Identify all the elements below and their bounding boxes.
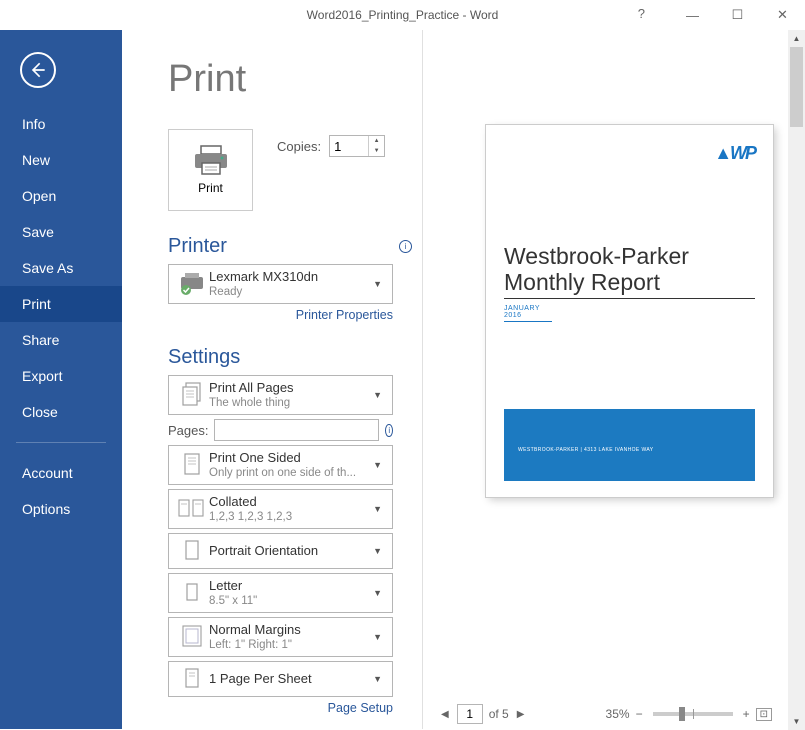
prev-page-button[interactable]: ◀	[439, 709, 451, 720]
printer-selector[interactable]: Lexmark MX310dn Ready ▼	[168, 264, 393, 304]
orientation-selector[interactable]: Portrait Orientation ▼	[168, 533, 393, 569]
sidebar-item-export[interactable]: Export	[0, 358, 122, 394]
printer-heading: Printer	[168, 235, 227, 258]
chevron-down-icon: ▼	[369, 460, 386, 470]
collated-icon	[177, 497, 207, 521]
scroll-thumb[interactable]	[790, 47, 803, 127]
orientation-title: Portrait Orientation	[209, 543, 369, 559]
chevron-down-icon: ▼	[369, 390, 386, 400]
pages-info-icon[interactable]: i	[385, 424, 393, 437]
zoom-in-button[interactable]: +	[743, 707, 750, 721]
copies-spinner[interactable]: ▲ ▼	[329, 135, 385, 157]
paper-size-selector[interactable]: Letter 8.5" x 11" ▼	[168, 573, 393, 613]
duplex-selector[interactable]: Print One Sided Only print on one side o…	[168, 445, 393, 485]
page-setup-link[interactable]: Page Setup	[168, 701, 393, 715]
copies-up-icon[interactable]: ▲	[369, 136, 384, 146]
minimize-button[interactable]: —	[670, 0, 715, 30]
margins-selector[interactable]: Normal Margins Left: 1" Right: 1" ▼	[168, 617, 393, 657]
print-range-subtitle: The whole thing	[209, 396, 369, 410]
sidebar-item-print[interactable]: Print	[0, 286, 122, 322]
document-title: Word2016_Printing_Practice - Word	[307, 8, 499, 22]
scroll-down-icon[interactable]: ▼	[788, 713, 805, 730]
printer-info-icon[interactable]: i	[399, 240, 412, 253]
close-window-button[interactable]: ✕	[760, 0, 805, 30]
margins-icon	[181, 624, 203, 650]
backstage-sidebar: Info New Open Save Save As Print Share E…	[0, 30, 122, 729]
fit-to-window-button[interactable]: ⊡	[756, 708, 772, 721]
preview-date: JANUARY 2016	[504, 305, 552, 322]
print-button[interactable]: Print	[168, 129, 253, 211]
preview-logo: ▲WP	[714, 143, 755, 164]
copies-down-icon[interactable]: ▼	[369, 146, 384, 156]
print-preview-panel: ▲ ▼ ▲WP Westbrook-Parker Monthly Report …	[422, 30, 805, 729]
back-button[interactable]	[20, 52, 56, 88]
printer-properties-link[interactable]: Printer Properties	[168, 308, 393, 322]
preview-title-line2: Monthly Report	[504, 269, 660, 295]
chevron-down-icon: ▼	[369, 279, 386, 289]
chevron-down-icon: ▼	[369, 504, 386, 514]
print-button-label: Print	[198, 181, 223, 195]
pages-per-sheet-selector[interactable]: 1 Page Per Sheet ▼	[168, 661, 393, 697]
one-sided-icon	[182, 452, 202, 478]
scroll-up-icon[interactable]: ▲	[788, 30, 805, 47]
chevron-down-icon: ▼	[369, 588, 386, 598]
sidebar-item-options[interactable]: Options	[0, 491, 122, 527]
pages-label: Pages:	[168, 423, 208, 438]
zoom-slider[interactable]	[653, 712, 733, 716]
paper-subtitle: 8.5" x 11"	[209, 594, 369, 608]
duplex-title: Print One Sided	[209, 450, 369, 466]
collate-title: Collated	[209, 494, 369, 510]
printer-status: Ready	[209, 285, 369, 299]
print-range-selector[interactable]: Print All Pages The whole thing ▼	[168, 375, 393, 415]
chevron-down-icon: ▼	[369, 674, 386, 684]
preview-scrollbar[interactable]: ▲ ▼	[788, 30, 805, 730]
pages-icon	[181, 382, 203, 408]
portrait-icon	[183, 539, 201, 563]
restore-button[interactable]: ☐	[715, 0, 760, 30]
chevron-down-icon: ▼	[369, 546, 386, 556]
zoom-handle[interactable]	[679, 707, 685, 721]
sheet-title: 1 Page Per Sheet	[209, 671, 369, 687]
zoom-level: 35%	[606, 707, 630, 721]
sidebar-item-save-as[interactable]: Save As	[0, 250, 122, 286]
sidebar-item-info[interactable]: Info	[0, 106, 122, 142]
paper-title: Letter	[209, 578, 369, 594]
printer-icon	[194, 145, 228, 175]
sidebar-item-new[interactable]: New	[0, 142, 122, 178]
collate-selector[interactable]: Collated 1,2,3 1,2,3 1,2,3 ▼	[168, 489, 393, 529]
copies-label: Copies:	[277, 139, 321, 154]
back-arrow-icon	[28, 60, 48, 80]
duplex-subtitle: Only print on one side of th...	[209, 466, 369, 480]
sidebar-item-open[interactable]: Open	[0, 178, 122, 214]
copies-input[interactable]	[330, 136, 368, 156]
margins-subtitle: Left: 1" Right: 1"	[209, 638, 369, 652]
page-of-label: of 5	[489, 707, 509, 721]
printer-name: Lexmark MX310dn	[209, 269, 369, 285]
sidebar-item-share[interactable]: Share	[0, 322, 122, 358]
margins-title: Normal Margins	[209, 622, 369, 638]
page-number-input[interactable]	[457, 704, 483, 724]
preview-title-line1: Westbrook-Parker	[504, 243, 689, 269]
preview-page: ▲WP Westbrook-Parker Monthly Report JANU…	[486, 125, 773, 497]
chevron-down-icon: ▼	[369, 632, 386, 642]
sidebar-item-close[interactable]: Close	[0, 394, 122, 430]
printer-device-icon	[178, 272, 206, 296]
print-settings-panel: Print Print Copies:	[122, 30, 422, 729]
sidebar-item-save[interactable]: Save	[0, 214, 122, 250]
zoom-out-button[interactable]: −	[636, 707, 643, 721]
print-range-title: Print All Pages	[209, 380, 369, 396]
preview-status-bar: ◀ of 5 ▶ 35% − + ⊡	[423, 699, 788, 729]
settings-heading: Settings	[168, 346, 240, 369]
next-page-button[interactable]: ▶	[515, 709, 527, 720]
help-button[interactable]: ?	[638, 6, 645, 21]
pages-input[interactable]	[214, 419, 379, 441]
preview-footer: WESTBROOK-PARKER | 4313 LAKE IVANHOE WAY	[504, 409, 755, 481]
letter-icon	[183, 581, 201, 605]
sidebar-item-account[interactable]: Account	[0, 455, 122, 491]
collate-subtitle: 1,2,3 1,2,3 1,2,3	[209, 510, 369, 524]
sheet-icon	[183, 667, 201, 691]
page-heading: Print	[168, 58, 422, 101]
sidebar-divider	[16, 442, 106, 443]
